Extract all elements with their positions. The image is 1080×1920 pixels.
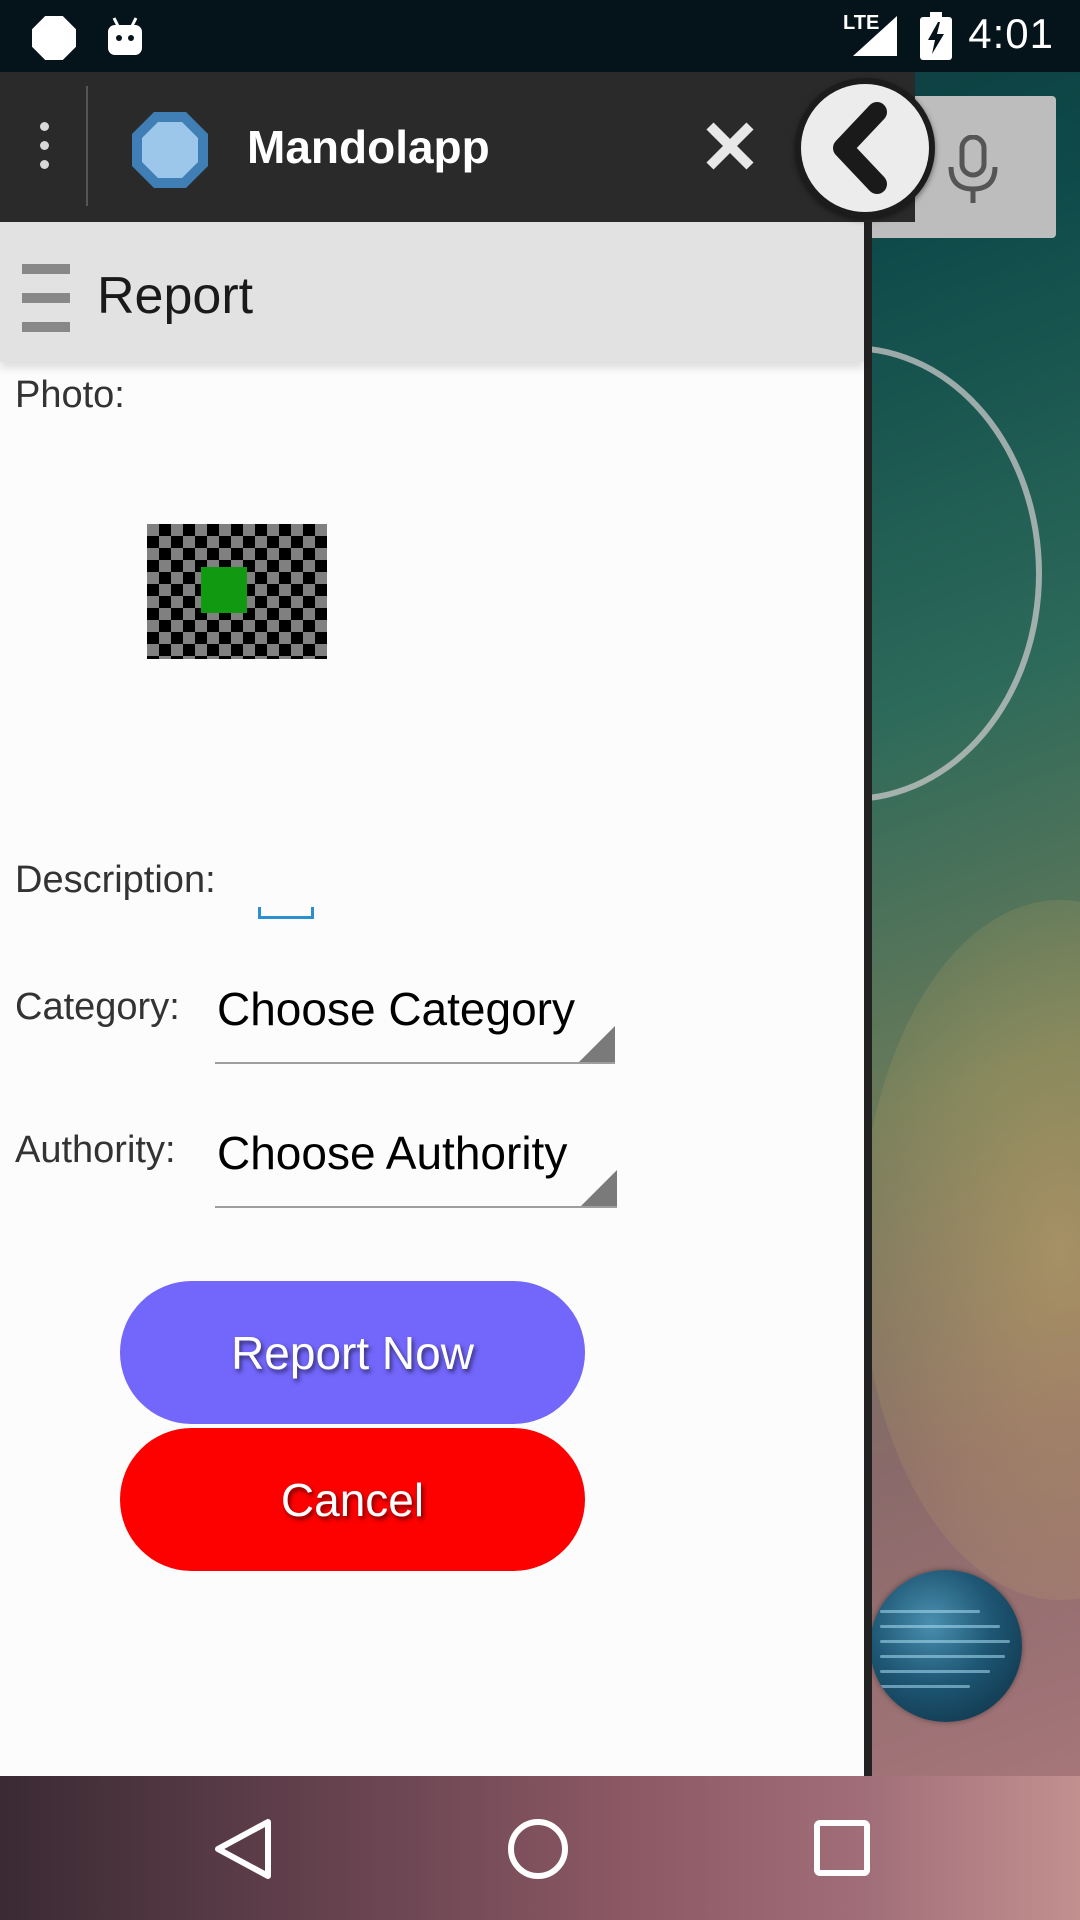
back-arrow-icon <box>833 102 887 194</box>
cancel-button[interactable]: Cancel <box>120 1428 585 1571</box>
page-title: Report <box>97 267 254 325</box>
report-now-button[interactable]: Report Now <box>120 1281 585 1424</box>
octagon-icon <box>32 16 76 60</box>
hamburger-menu-icon[interactable] <box>22 264 70 332</box>
status-bar: LTE 4:01 <box>0 0 1080 72</box>
category-value: Choose Category <box>217 983 575 1035</box>
nav-home-icon[interactable] <box>505 1816 571 1882</box>
photo-subject <box>201 567 247 613</box>
clock-time: 4:01 <box>968 10 1054 57</box>
android-debug-icon <box>108 17 142 55</box>
dropdown-arrow-icon <box>579 1026 615 1062</box>
authority-label: Authority: <box>15 1129 176 1171</box>
header-divider <box>86 86 88 206</box>
dropdown-arrow-icon <box>581 1170 617 1206</box>
app-logo-icon <box>132 112 208 188</box>
category-label: Category: <box>15 986 180 1028</box>
close-icon[interactable] <box>700 116 760 176</box>
report-panel: Report Photo: Description: Category: Cho… <box>0 222 872 1776</box>
screen: LTE 4:01 Mandolapp Report Photo: Descrip… <box>0 0 1080 1920</box>
battery-charging-icon <box>920 12 952 60</box>
app-title: Mandolapp <box>247 121 490 173</box>
description-label: Description: <box>15 859 216 901</box>
description-input[interactable] <box>258 907 314 919</box>
authority-dropdown[interactable]: Choose Authority <box>215 1126 617 1208</box>
category-dropdown[interactable]: Choose Category <box>215 982 615 1064</box>
photo-label: Photo: <box>15 374 125 416</box>
microphone-icon[interactable] <box>945 135 1001 205</box>
floating-app-header: Mandolapp <box>0 72 915 222</box>
nav-recents-icon[interactable] <box>812 1818 872 1878</box>
globe-icon[interactable] <box>870 1570 1022 1722</box>
overflow-menu-icon[interactable] <box>28 122 60 178</box>
signal-icon <box>853 16 897 56</box>
back-bubble[interactable] <box>795 78 935 218</box>
authority-value: Choose Authority <box>217 1127 568 1179</box>
nav-back-icon[interactable] <box>210 1816 276 1882</box>
toolbar: Report <box>0 222 864 362</box>
navigation-bar <box>0 1776 1080 1920</box>
photo-preview[interactable] <box>147 524 327 659</box>
wallpaper-glow <box>860 900 1080 1600</box>
